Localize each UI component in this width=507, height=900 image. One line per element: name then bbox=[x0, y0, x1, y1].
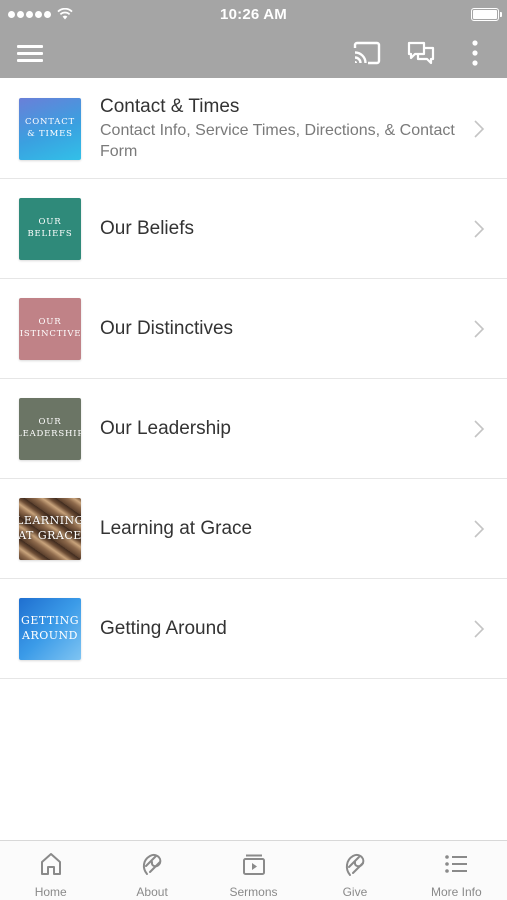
list-item-subtitle: Contact Info, Service Times, Directions,… bbox=[100, 122, 455, 160]
chat-icon[interactable] bbox=[399, 31, 443, 75]
list-item-title: Our Beliefs bbox=[100, 217, 194, 239]
tab-label: Home bbox=[34, 885, 67, 899]
tab-about[interactable]: About bbox=[101, 841, 202, 900]
list-item-our-leadership[interactable]: Our Leadership Our Leadership bbox=[0, 379, 507, 479]
give-icon bbox=[345, 853, 365, 876]
row-text: Our Distinctives bbox=[100, 317, 469, 341]
learning-at-grace-thumbnail: Learning at Grace bbox=[19, 497, 81, 560]
wifi-icon bbox=[57, 8, 73, 20]
row-text: Contact & Times Contact Info, Service Ti… bbox=[100, 95, 469, 162]
tab-more-info[interactable]: More Info bbox=[406, 841, 507, 900]
row-text: Learning at Grace bbox=[100, 517, 469, 541]
chevron-right-icon bbox=[469, 217, 489, 241]
chevron-right-icon bbox=[469, 317, 489, 341]
tab-label: Give bbox=[342, 885, 368, 899]
our-leadership-thumbnail: Our Leadership bbox=[19, 397, 81, 460]
chevron-right-icon bbox=[469, 517, 489, 541]
status-right bbox=[379, 7, 502, 21]
tab-label: About bbox=[136, 885, 168, 899]
thumbnail-text: Getting Around bbox=[21, 614, 79, 642]
more-vert-icon[interactable] bbox=[453, 31, 497, 75]
list-item-our-beliefs[interactable]: Our Beliefs Our Beliefs bbox=[0, 179, 507, 279]
list-item-title: Learning at Grace bbox=[100, 517, 253, 539]
tab-bar: Home About Sermons Give More Info bbox=[0, 840, 507, 900]
list-item-title: Contact & Times bbox=[100, 96, 240, 117]
chevron-right-icon bbox=[469, 617, 489, 641]
thumbnail-text: Contact & Times bbox=[24, 117, 76, 139]
thumbnail-text: Learning at Grace bbox=[19, 514, 81, 542]
cast-icon[interactable] bbox=[345, 31, 389, 75]
signal-strength-icon bbox=[8, 10, 51, 18]
row-text: Getting Around bbox=[100, 617, 469, 641]
menu-icon[interactable] bbox=[8, 31, 52, 75]
row-text: Our Leadership bbox=[100, 417, 469, 441]
list-item-learning-at-grace[interactable]: Learning at Grace Learning at Grace bbox=[0, 479, 507, 579]
list-icon bbox=[445, 855, 468, 873]
thumbnail-text: Our Distinctives bbox=[19, 317, 81, 339]
menu-list: Contact & Times Contact & Times Contact … bbox=[0, 79, 507, 679]
tab-sermons[interactable]: Sermons bbox=[203, 841, 304, 900]
status-bar: 10:26 AM bbox=[0, 0, 507, 28]
tab-label: More Info bbox=[430, 885, 482, 899]
our-distinctives-thumbnail: Our Distinctives bbox=[19, 297, 81, 360]
sermons-icon bbox=[242, 854, 265, 875]
our-beliefs-thumbnail: Our Beliefs bbox=[19, 197, 81, 260]
getting-around-thumbnail: Getting Around bbox=[19, 597, 81, 660]
app-bar bbox=[0, 28, 507, 78]
thumbnail-text: Our Leadership bbox=[19, 417, 81, 439]
status-time: 10:26 AM bbox=[220, 5, 287, 23]
list-item-title: Getting Around bbox=[100, 617, 227, 639]
thumbnail-text: Our Beliefs bbox=[27, 217, 73, 239]
tab-label: Sermons bbox=[229, 885, 278, 899]
status-left bbox=[8, 8, 128, 20]
chevron-right-icon bbox=[469, 117, 489, 141]
chevron-right-icon bbox=[469, 417, 489, 441]
list-item-our-distinctives[interactable]: Our Distinctives Our Distinctives bbox=[0, 279, 507, 379]
about-icon bbox=[143, 853, 162, 875]
home-icon bbox=[40, 853, 61, 875]
list-item-title: Our Distinctives bbox=[100, 317, 234, 339]
contact-times-thumbnail: Contact & Times bbox=[19, 97, 81, 160]
battery-icon bbox=[471, 7, 502, 21]
tab-home[interactable]: Home bbox=[0, 841, 101, 900]
list-item-title: Our Leadership bbox=[100, 417, 231, 439]
row-text: Our Beliefs bbox=[100, 217, 469, 241]
list-item-getting-around[interactable]: Getting Around Getting Around bbox=[0, 579, 507, 679]
list-item-contact-times[interactable]: Contact & Times Contact & Times Contact … bbox=[0, 79, 507, 179]
tab-give[interactable]: Give bbox=[304, 841, 405, 900]
